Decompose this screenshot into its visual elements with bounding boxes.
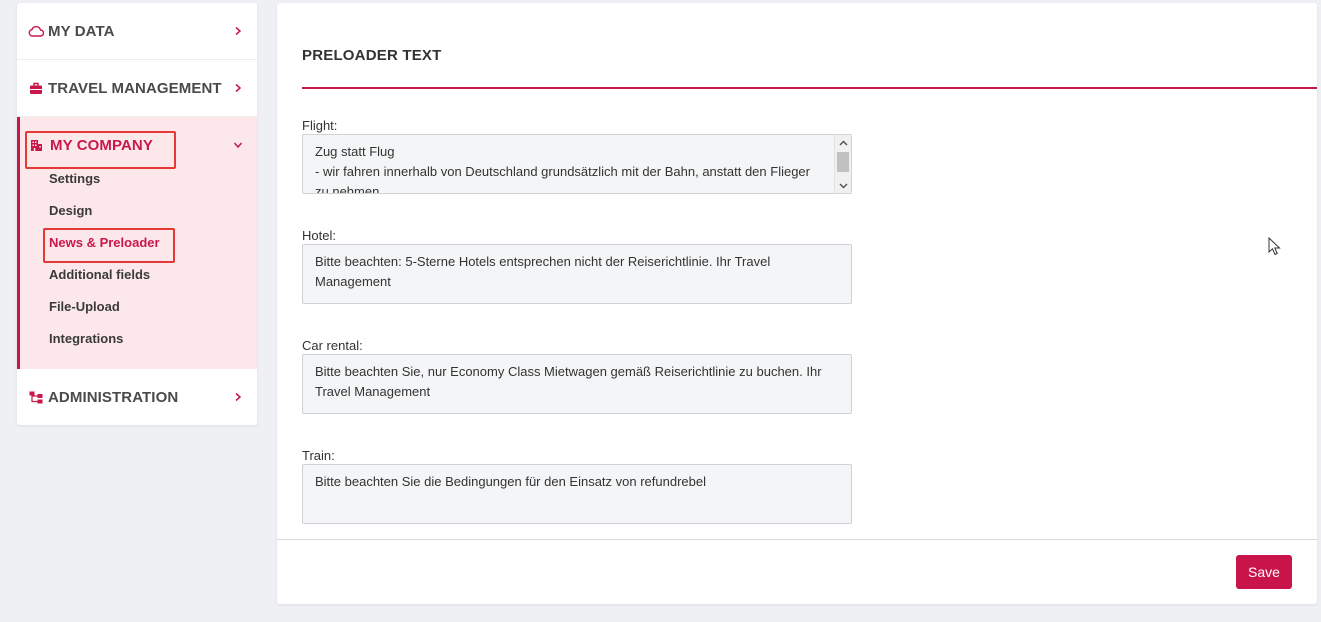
textarea-line: zu nehmen	[315, 184, 380, 194]
textarea-line: Management	[315, 274, 391, 289]
briefcase-icon	[28, 80, 44, 96]
footer-divider	[277, 539, 1317, 540]
textarea-line: Travel Management	[315, 384, 431, 399]
sidebar: MY DATA TRAVEL MANAGEMENT MY COMPANY Set…	[17, 3, 257, 425]
nav-section-my-company: MY COMPANY Settings Design News & Preloa…	[17, 117, 257, 369]
hotel-label: Hotel:	[302, 228, 336, 243]
nav-label: MY DATA	[48, 22, 115, 40]
submenu-news-preloader[interactable]: News & Preloader	[49, 235, 160, 250]
nav-my-data[interactable]: MY DATA	[17, 19, 257, 43]
submenu-design[interactable]: Design	[49, 203, 92, 218]
sitemap-icon	[28, 389, 44, 405]
nav-label: ADMINISTRATION	[48, 388, 179, 406]
hotel-textarea[interactable]: Bitte beachten: 5-Sterne Hotels entsprec…	[302, 244, 852, 304]
nav-section-administration: ADMINISTRATION	[17, 369, 257, 425]
nav-my-company[interactable]: MY COMPANY	[20, 133, 257, 157]
submenu-settings[interactable]: Settings	[49, 171, 100, 186]
nav-section-travel-management: TRAVEL MANAGEMENT	[17, 60, 257, 117]
train-textarea[interactable]: Bitte beachten Sie die Bedingungen für d…	[302, 464, 852, 524]
submenu-integrations[interactable]: Integrations	[49, 331, 123, 346]
main-panel: PRELOADER TEXT Flight: Zug statt Flug - …	[277, 3, 1317, 604]
textarea-line: Zug statt Flug	[315, 144, 395, 159]
scroll-down-icon[interactable]	[835, 178, 851, 193]
mouse-cursor-icon	[1268, 237, 1281, 256]
chevron-right-icon	[231, 24, 245, 38]
nav-travel-management[interactable]: TRAVEL MANAGEMENT	[17, 76, 257, 100]
building-icon	[28, 137, 44, 153]
textarea-scrollbar[interactable]	[834, 135, 851, 193]
submenu-file-upload[interactable]: File-Upload	[49, 299, 120, 314]
save-button[interactable]: Save	[1236, 555, 1292, 589]
nav-administration[interactable]: ADMINISTRATION	[17, 385, 257, 409]
nav-label: MY COMPANY	[50, 136, 153, 154]
flight-label: Flight:	[302, 118, 338, 133]
cloud-icon	[28, 23, 44, 39]
title-divider	[302, 87, 1317, 89]
flight-textarea[interactable]: Zug statt Flug - wir fahren innerhalb vo…	[302, 134, 852, 194]
page-title: PRELOADER TEXT	[302, 47, 442, 64]
chevron-right-icon	[231, 390, 245, 404]
scroll-up-icon[interactable]	[835, 135, 851, 150]
nav-section-my-data: MY DATA	[17, 3, 257, 60]
scroll-thumb[interactable]	[837, 152, 849, 172]
submenu-additional-fields[interactable]: Additional fields	[49, 267, 150, 282]
textarea-line: Bitte beachten: 5-Sterne Hotels entsprec…	[315, 254, 771, 269]
car-rental-textarea[interactable]: Bitte beachten Sie, nur Economy Class Mi…	[302, 354, 852, 414]
train-label: Train:	[302, 448, 335, 463]
textarea-line: Bitte beachten Sie die Bedingungen für d…	[315, 474, 706, 489]
textarea-line: Bitte beachten Sie, nur Economy Class Mi…	[315, 364, 822, 379]
nav-label: TRAVEL MANAGEMENT	[48, 79, 222, 97]
chevron-down-icon	[231, 138, 245, 152]
textarea-line: - wir fahren innerhalb von Deutschland g…	[315, 164, 810, 179]
car-rental-label: Car rental:	[302, 338, 363, 353]
chevron-right-icon	[231, 81, 245, 95]
